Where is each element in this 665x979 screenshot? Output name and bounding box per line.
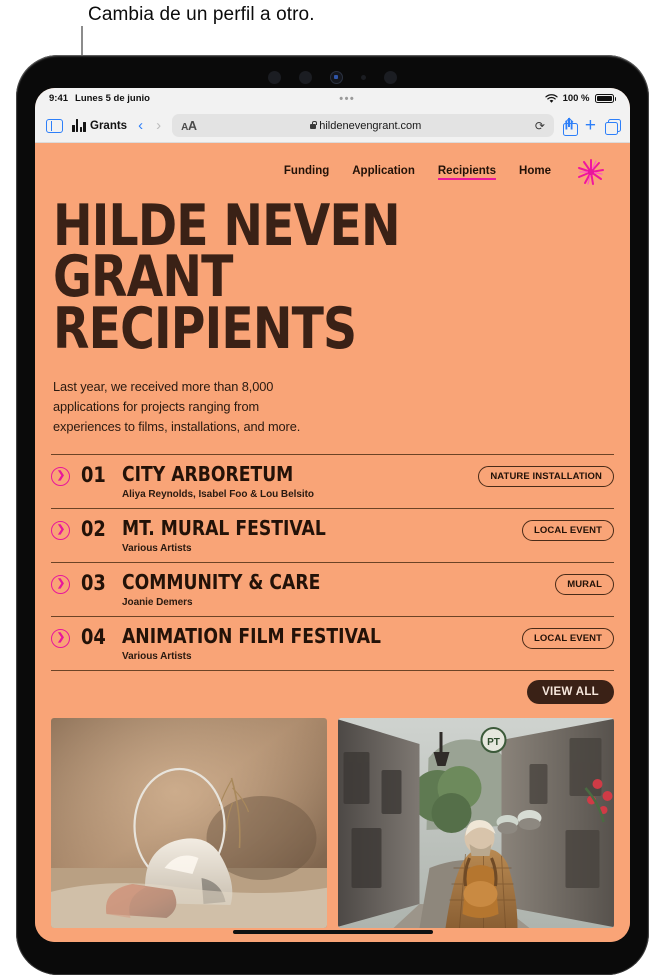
multitasking-dots[interactable]: ••• bbox=[150, 93, 545, 105]
profile-label: Grants bbox=[90, 119, 128, 132]
svg-text:PT: PT bbox=[487, 737, 500, 748]
share-button[interactable] bbox=[562, 117, 578, 136]
item-number: 01 bbox=[81, 462, 106, 487]
front-camera-lens bbox=[330, 70, 343, 84]
item-details: ANIMATION FILM FESTIVAL Various Artists bbox=[122, 623, 511, 662]
chevron-right-icon[interactable]: ❯ bbox=[51, 466, 70, 486]
page-intro-text: Last year, we received more than 8,000 a… bbox=[53, 378, 301, 435]
item-people: Various Artists bbox=[122, 542, 192, 554]
list-item[interactable]: ❯ 04 ANIMATION FILM FESTIVAL Various Art… bbox=[51, 615, 614, 670]
status-badge: MURAL bbox=[555, 573, 614, 595]
reload-button[interactable]: ⟳ bbox=[535, 119, 545, 133]
lock-icon bbox=[310, 120, 317, 129]
sensor-dot bbox=[268, 70, 281, 84]
sidebar-icon bbox=[46, 118, 63, 133]
photo-still-life-brick-plaster[interactable] bbox=[51, 717, 327, 928]
status-badge: LOCAL EVENT bbox=[522, 519, 614, 541]
status-time: 9:41 bbox=[49, 93, 69, 104]
device-screen: 9:41 Lunes 5 de junio ••• 100 % Grants ‹… bbox=[35, 88, 630, 942]
address-bar[interactable]: AA hildenevengrant.com ⟳ bbox=[172, 114, 554, 137]
tabs-icon bbox=[605, 118, 621, 135]
list-item[interactable]: ❯ 03 COMMUNITY & CARE Joanie Demers MURA… bbox=[51, 561, 614, 616]
photo-gallery: PT bbox=[51, 717, 614, 928]
item-title: ANIMATION FILM FESTIVAL bbox=[122, 623, 381, 648]
safari-toolbar: Grants ‹ › AA hildenevengrant.com ⟳ + bbox=[35, 109, 630, 143]
chevron-right-icon[interactable]: ❯ bbox=[51, 520, 70, 540]
photo-alley-walker-backpack[interactable]: PT bbox=[338, 717, 614, 928]
item-title: COMMUNITY & CARE bbox=[122, 569, 321, 594]
list-item[interactable]: ❯ 02 MT. MURAL FESTIVAL Various Artists … bbox=[51, 507, 614, 562]
item-people: Aliya Reynolds, Isabel Foo & Lou Belsito bbox=[122, 488, 314, 500]
sensor-dot-small bbox=[361, 74, 366, 80]
profile-switcher-button[interactable]: Grants bbox=[72, 119, 127, 132]
chevron-right-icon[interactable]: ❯ bbox=[51, 628, 70, 648]
nav-link-home[interactable]: Home bbox=[519, 165, 551, 180]
url-text: hildenevengrant.com bbox=[319, 119, 422, 132]
status-date: Lunes 5 de junio bbox=[75, 93, 150, 104]
nav-link-recipients[interactable]: Recipients bbox=[437, 165, 497, 180]
nav-link-funding[interactable]: Funding bbox=[284, 165, 329, 180]
item-details: CITY ARBORETUM Aliya Reynolds, Isabel Fo… bbox=[122, 461, 467, 500]
status-badge: LOCAL EVENT bbox=[522, 627, 614, 649]
sensor-dot bbox=[384, 70, 397, 84]
status-bar-left: 9:41 Lunes 5 de junio bbox=[49, 93, 150, 104]
item-title: CITY ARBORETUM bbox=[122, 461, 294, 486]
item-number: 03 bbox=[81, 570, 106, 595]
back-button[interactable]: ‹ bbox=[136, 117, 145, 134]
recipients-list: ❯ 01 CITY ARBORETUM Aliya Reynolds, Isab… bbox=[51, 453, 614, 670]
item-details: COMMUNITY & CARE Joanie Demers bbox=[122, 569, 544, 608]
camera-sensor-array bbox=[248, 69, 418, 85]
webpage-content: Funding Application Recipients Home HILD… bbox=[35, 143, 630, 942]
forward-button[interactable]: › bbox=[154, 117, 163, 134]
url-display: hildenevengrant.com bbox=[197, 120, 535, 132]
show-tabs-button[interactable] bbox=[605, 118, 621, 135]
item-number: 02 bbox=[81, 516, 106, 541]
page-title: HILDE NEVEN GRANT RECIPIENTS bbox=[53, 193, 401, 362]
item-people: Joanie Demers bbox=[122, 596, 193, 608]
wifi-icon bbox=[544, 93, 558, 103]
text-size-button[interactable]: AA bbox=[181, 119, 197, 133]
status-badge: NATURE INSTALLATION bbox=[478, 465, 614, 487]
grants-profile-icon bbox=[72, 119, 87, 132]
item-title: MT. MURAL FESTIVAL bbox=[122, 515, 326, 540]
list-item[interactable]: ❯ 01 CITY ARBORETUM Aliya Reynolds, Isab… bbox=[51, 453, 614, 508]
nav-link-application[interactable]: Application bbox=[352, 165, 415, 180]
item-details: MT. MURAL FESTIVAL Various Artists bbox=[122, 515, 511, 554]
callout-text: Cambia de un perfil a otro. bbox=[88, 4, 315, 25]
flower-starburst-logo[interactable] bbox=[576, 157, 606, 187]
home-indicator[interactable] bbox=[232, 929, 433, 934]
view-all-button[interactable]: VIEW ALL bbox=[527, 679, 614, 704]
new-tab-button[interactable]: + bbox=[585, 116, 596, 135]
sensor-dot bbox=[299, 70, 312, 84]
status-bar-right: 100 % bbox=[544, 93, 616, 104]
share-icon bbox=[562, 117, 578, 136]
item-people: Various Artists bbox=[122, 650, 192, 662]
site-navigation: Funding Application Recipients Home bbox=[35, 143, 630, 187]
item-number: 04 bbox=[81, 624, 106, 649]
ipad-device: 9:41 Lunes 5 de junio ••• 100 % Grants ‹… bbox=[16, 55, 649, 975]
status-bar: 9:41 Lunes 5 de junio ••• 100 % bbox=[35, 88, 630, 109]
battery-percent: 100 % bbox=[562, 93, 590, 104]
battery-icon bbox=[594, 93, 616, 104]
chevron-right-icon[interactable]: ❯ bbox=[51, 574, 70, 594]
sidebar-toggle-button[interactable] bbox=[46, 118, 63, 133]
view-all-row: VIEW ALL bbox=[51, 669, 614, 704]
